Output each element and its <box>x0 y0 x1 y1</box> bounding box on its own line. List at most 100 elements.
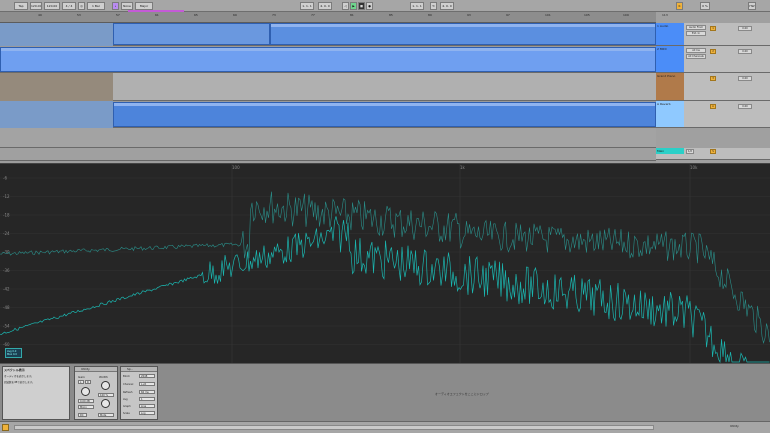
track-midi-channels[interactable]: All Channels <box>686 54 706 59</box>
status-icon[interactable] <box>2 424 9 431</box>
arrangement-position[interactable]: 1. 1. 1 <box>300 2 314 10</box>
lane-audio[interactable] <box>0 23 656 46</box>
loop-start[interactable]: 1. 1. 1 <box>410 2 424 10</box>
info-text-2: 周波数をdBで表示します。 <box>4 381 35 384</box>
lane-reverb[interactable] <box>0 101 656 128</box>
track-piano-header[interactable]: Grand Piano <box>656 73 684 100</box>
channel-select[interactable]: L+R <box>139 382 155 386</box>
stop-icon[interactable]: ■ <box>358 2 365 10</box>
track-audio-header[interactable]: 1 Audio <box>656 23 684 45</box>
track-audio-name: 1 Audio <box>657 24 669 28</box>
track-reverb[interactable]: A Reverb A 0.00 <box>656 101 770 128</box>
track-reverb-volume[interactable]: 0.00 <box>738 104 752 109</box>
mono-button[interactable]: Mono <box>78 405 94 409</box>
time-signature[interactable]: 4 / 4 <box>62 2 76 10</box>
track-audio-activator[interactable]: 1 <box>710 26 716 31</box>
ableton-window: Tap 120.00 120.00 4 / 4 ◎ 1 Bar ♭ None M… <box>0 0 770 433</box>
spectrum-graph[interactable]: -6-12-18-24-30-36-42-48-54-60100 1k 10k <box>0 164 770 364</box>
arrangement-view: 49 53 57 61 65 69 73 77 81 85 89 93 97 101 105 109 113 1… <box>0 12 770 168</box>
punch-in[interactable]: 4. 0. 0 <box>318 2 332 10</box>
track-piano[interactable]: Grand Piano 3 0.00 <box>656 73 770 101</box>
device-view: スペクトル表示 オーディオを表示します。 周波数をdBで表示します。 Utili… <box>0 363 770 421</box>
lane-master[interactable] <box>0 128 656 148</box>
back-to-start-icon[interactable]: ◁ <box>342 2 349 10</box>
info-panel: スペクトル表示 オーディオを表示します。 周波数をdBで表示します。 <box>2 366 70 420</box>
tempo-value[interactable]: 120.00 <box>44 2 60 10</box>
loop-end[interactable]: 4. 0. 0 <box>440 2 454 10</box>
track-midi-activator[interactable]: 2 <box>710 49 716 54</box>
beat-ruler[interactable]: 49 53 57 61 65 69 73 77 81 85 89 93 97 101 105 109 113 <box>0 12 668 23</box>
cpu-meter: 0 % <box>700 2 710 10</box>
scale-select[interactable]: Major <box>135 2 153 10</box>
midi-clip[interactable] <box>0 47 656 72</box>
track-midi-header[interactable]: 2 MIDI <box>656 46 684 72</box>
key-map-icon[interactable]: K <box>676 2 683 10</box>
main-fraction[interactable]: 1/2 <box>686 149 694 154</box>
loop-icon[interactable]: ↻ <box>430 2 437 10</box>
reverb-clip[interactable] <box>113 102 656 127</box>
readout-max: Max 0.0 <box>7 353 17 356</box>
main-solo[interactable]: S <box>710 149 716 154</box>
track-audio-input[interactable]: Audio From <box>686 25 706 30</box>
metronome-icon[interactable]: ◎ <box>78 2 85 10</box>
status-track: Utility <box>730 424 739 428</box>
track-reverb-activator[interactable]: A <box>710 104 716 109</box>
track-midi-name: 2 MIDI <box>657 47 667 51</box>
utility-right-toggle[interactable]: R <box>85 380 91 384</box>
dc-button[interactable]: DC <box>78 413 87 417</box>
utility-left-toggle[interactable]: L <box>78 380 84 384</box>
record-icon[interactable]: ● <box>366 2 373 10</box>
utility-header[interactable]: Utility <box>75 367 117 372</box>
avg-value[interactable]: 1 <box>139 397 155 401</box>
track-piano-volume[interactable]: 0.00 <box>738 76 752 81</box>
gain-knob[interactable] <box>81 387 90 396</box>
refresh-label: Refresh <box>123 391 133 394</box>
spectrum-analyzer[interactable]: -6 -12 -18 -24 -30 -36 -42 -48 -54 -60 100 1k 10k Av… <box>0 163 770 364</box>
spectrum-device-header[interactable]: Sp.. <box>121 367 157 372</box>
scale-icon[interactable]: ♭ <box>112 2 119 10</box>
ruler-bar-label: 101 <box>545 13 551 17</box>
ruler-bar-label: 61 <box>155 13 159 17</box>
spectrum-device[interactable]: Sp.. Block 2048 Channel L+R Refresh 60 m… <box>120 366 158 420</box>
ruler-bar-label: 109 <box>623 13 629 17</box>
audio-clip[interactable] <box>113 23 270 45</box>
width-knob[interactable] <box>101 381 110 390</box>
scale-select[interactable]: Log <box>139 411 155 415</box>
track-audio-sub[interactable]: Ext. In <box>686 31 706 36</box>
db-tick-label: -54 <box>3 324 10 329</box>
lane-piano[interactable] <box>0 73 656 101</box>
track-midi-volume[interactable]: 0.00 <box>738 49 752 54</box>
track-audio[interactable]: 1 Audio Audio From Ext. In 1 0.00 <box>656 23 770 46</box>
mute-button[interactable]: Mute <box>98 413 114 417</box>
db-tick-label: -36 <box>3 268 10 273</box>
play-icon[interactable]: ▶ <box>350 2 357 10</box>
graph-select[interactable]: Line <box>139 404 155 408</box>
gain-value[interactable]: 0.00 dB <box>78 399 94 403</box>
loop-region <box>0 23 113 46</box>
ruler-bar-label: 85 <box>389 13 393 17</box>
block-select[interactable]: 2048 <box>139 374 155 378</box>
lane-midi[interactable] <box>0 46 656 73</box>
balance-knob[interactable] <box>101 399 110 408</box>
tap-tempo-button[interactable]: Tap <box>14 2 28 10</box>
width-value[interactable]: 100 % <box>98 393 114 397</box>
track-main[interactable]: Main 1/2 S <box>656 148 770 160</box>
horizontal-scrollbar[interactable] <box>14 425 654 430</box>
key-select[interactable]: None <box>121 2 133 10</box>
track-piano-activator[interactable]: 3 <box>710 76 716 81</box>
ruler-bar-label: 93 <box>467 13 471 17</box>
utility-device[interactable]: Utility Gain L R 0.00 dB Width 100 % Mon… <box>74 366 118 420</box>
loop-length[interactable]: 1 Bar <box>87 2 105 10</box>
ruler-bar-label: 81 <box>350 13 354 17</box>
track-midi[interactable]: 2 MIDI All Ins All Channels 2 0.00 <box>656 46 770 73</box>
audio-clip-2[interactable] <box>270 23 656 45</box>
ruler-bar-label: 53 <box>77 13 81 17</box>
track-reverb-header[interactable]: A Reverb <box>656 101 684 127</box>
freq-tick-label: 10k <box>690 165 698 170</box>
track-midi-input[interactable]: All Ins <box>686 48 706 53</box>
track-audio-volume[interactable]: 0.00 <box>738 26 752 31</box>
refresh-value[interactable]: 60 ms <box>139 390 155 394</box>
track-main-header[interactable]: Main <box>656 148 684 154</box>
hw-button[interactable]: HW <box>748 2 756 10</box>
tempo-field[interactable]: 120.00 <box>30 2 42 10</box>
